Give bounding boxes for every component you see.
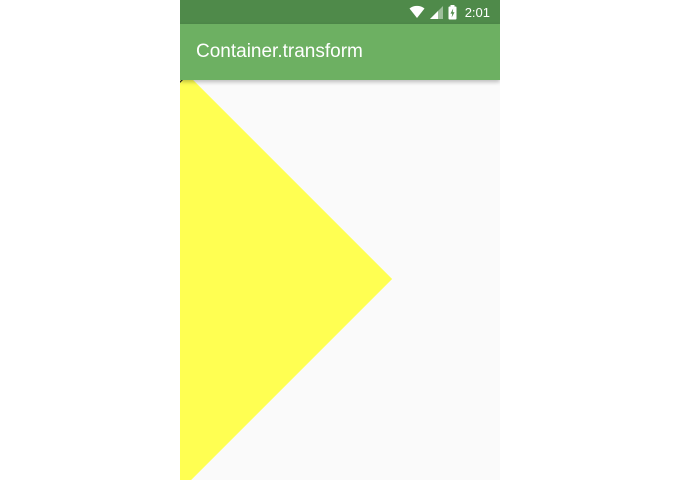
battery-charging-icon [448, 4, 457, 20]
app-bar: Container.transform [180, 24, 500, 80]
cellular-signal-icon [429, 5, 443, 19]
wifi-icon [409, 5, 425, 19]
body-area: Hi [180, 80, 500, 480]
container-text: Hi [180, 80, 189, 86]
transformed-container: Hi [180, 80, 393, 480]
app-bar-title: Container.transform [196, 41, 363, 62]
status-icons: 2:01 [409, 0, 490, 24]
phone-screen: 2:01 Container.transform Hi [180, 0, 500, 480]
status-bar: 2:01 [180, 0, 500, 24]
status-time: 2:01 [464, 4, 490, 20]
